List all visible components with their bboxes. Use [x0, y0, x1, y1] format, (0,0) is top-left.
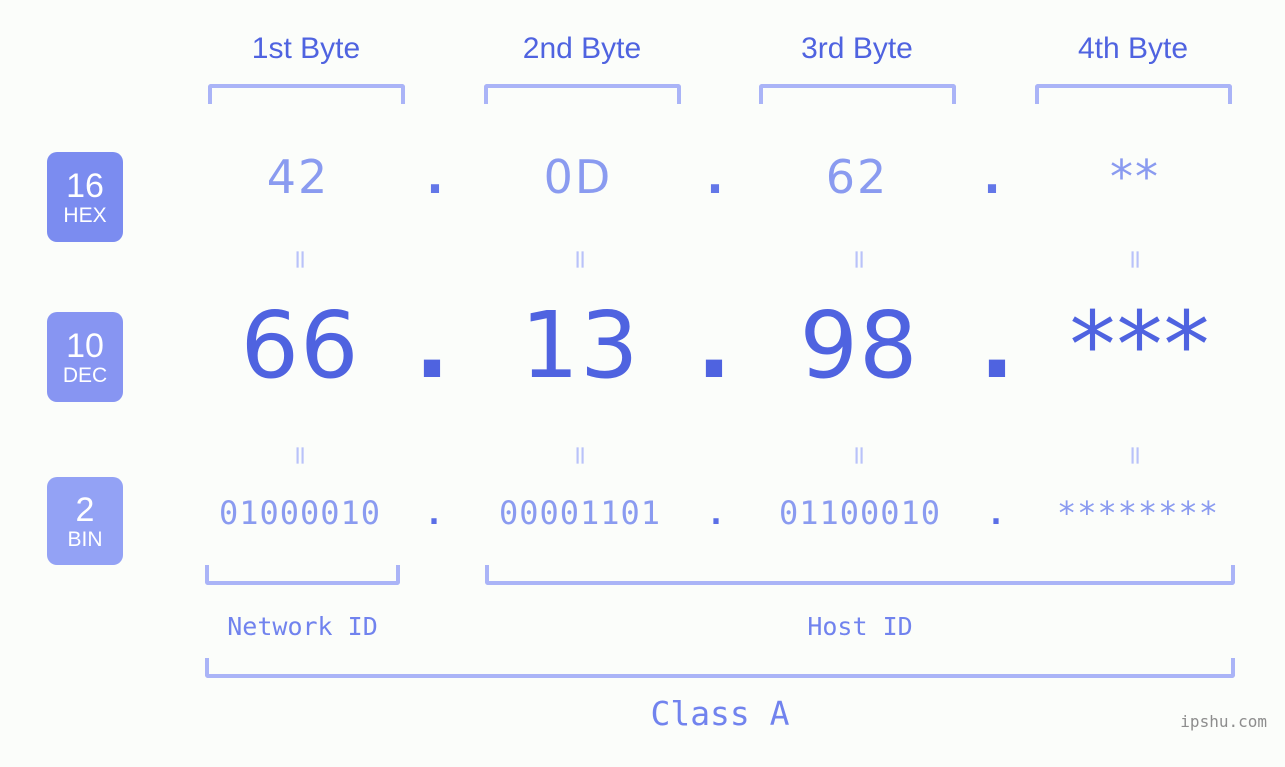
dec-separator-2: . — [696, 292, 732, 399]
hex-separator-2: . — [706, 150, 724, 204]
byte-bracket-3 — [759, 84, 956, 104]
radix-badge-dec-name: DEC — [62, 363, 108, 387]
byte-header-2: 2nd Byte — [522, 32, 642, 65]
byte-bracket-2 — [484, 84, 681, 104]
ip-byte-diagram: 1st Byte 2nd Byte 3rd Byte 4th Byte 16 H… — [0, 0, 1285, 767]
bin-byte-3: 01100010 — [778, 494, 942, 532]
radix-badge-bin[interactable]: 2 BIN — [47, 477, 123, 565]
equals-mark-dec-bin-2: = — [565, 444, 595, 466]
host-id-label: Host ID — [807, 612, 913, 641]
network-id-label: Network ID — [227, 612, 378, 641]
equals-mark-dec-bin-4: = — [1120, 444, 1150, 466]
byte-header-3: 3rd Byte — [801, 32, 913, 65]
hex-separator-3: . — [983, 150, 1001, 204]
byte-bracket-1 — [208, 84, 405, 104]
radix-badge-dec[interactable]: 10 DEC — [47, 312, 123, 402]
bin-byte-4: ******** — [1056, 494, 1220, 532]
byte-header-4: 4th Byte — [1077, 32, 1189, 65]
bin-separator-2: . — [706, 494, 726, 532]
hex-separator-1: . — [426, 150, 444, 204]
bin-separator-3: . — [986, 494, 1006, 532]
byte-header-1: 1st Byte — [251, 32, 361, 65]
class-label: Class A — [650, 694, 790, 733]
bin-byte-1: 01000010 — [218, 494, 382, 532]
byte-bracket-4 — [1035, 84, 1232, 104]
radix-badge-hex-name: HEX — [63, 203, 107, 227]
equals-mark-dec-bin-1: = — [285, 444, 315, 466]
class-bracket — [205, 658, 1235, 678]
dec-separator-1: . — [414, 292, 450, 399]
radix-badge-bin-number: 2 — [75, 490, 95, 529]
radix-badge-bin-name: BIN — [67, 527, 103, 551]
radix-badge-dec-number: 10 — [66, 326, 104, 365]
host-id-bracket — [485, 565, 1235, 585]
radix-badge-hex[interactable]: 16 HEX — [47, 152, 123, 242]
equals-mark-dec-bin-3: = — [844, 444, 874, 466]
watermark: ipshu.com — [1180, 712, 1267, 731]
bin-separator-1: . — [424, 494, 444, 532]
bin-byte-2: 00001101 — [498, 494, 662, 532]
radix-badge-hex-number: 16 — [66, 166, 104, 205]
dec-separator-3: . — [979, 292, 1015, 399]
network-id-bracket — [205, 565, 400, 585]
